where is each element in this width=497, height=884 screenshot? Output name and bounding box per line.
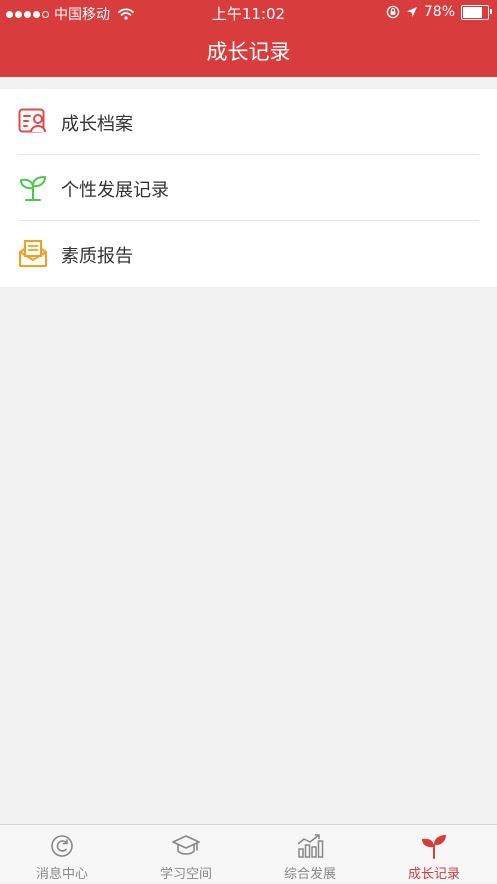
tab-label: 成长记录	[407, 867, 460, 882]
location-arrow-icon	[406, 7, 417, 17]
status-right: 78%	[386, 4, 492, 20]
menu-item-personal-development[interactable]: 个性发展记录	[0, 155, 497, 221]
tab-growth-record[interactable]: 成长记录	[372, 825, 496, 884]
menu-item-growth-profile[interactable]: 成长档案	[0, 89, 497, 155]
message-center-icon	[51, 835, 73, 857]
bar-chart-icon	[297, 834, 324, 858]
battery-percent: 78%	[423, 4, 455, 20]
tab-label: 综合发展	[283, 867, 336, 882]
menu-list: 成长档案 个性发展记录 素质报告	[0, 89, 497, 287]
tab-comprehensive-development[interactable]: 综合发展	[248, 825, 372, 884]
mail-report-icon	[19, 240, 47, 267]
battery-icon	[461, 4, 492, 20]
menu-item-label: 成长档案	[61, 114, 133, 135]
profile-card-icon	[18, 108, 46, 133]
menu-item-label: 个性发展记录	[61, 180, 169, 201]
page-title: 成长记录	[206, 40, 291, 64]
graduation-cap-icon	[172, 835, 200, 855]
menu-item-quality-report[interactable]: 素质报告	[0, 221, 497, 287]
tab-label: 消息中心	[35, 867, 88, 882]
header-bar: 中国移动 上午11:02 78% 成长记录	[0, 0, 497, 77]
menu-item-label: 素质报告	[61, 246, 133, 267]
tab-label: 学习空间	[159, 867, 212, 882]
sprout-icon	[422, 835, 446, 859]
tab-bar: 消息中心 学习空间 综合发展 成长记录	[0, 824, 497, 883]
tab-message-center[interactable]: 消息中心	[0, 825, 124, 884]
orientation-lock-icon	[386, 5, 400, 19]
sprout-icon	[20, 176, 46, 201]
tab-learning-space[interactable]: 学习空间	[124, 825, 248, 884]
status-bar: 中国移动 上午11:02 78%	[0, 0, 497, 26]
